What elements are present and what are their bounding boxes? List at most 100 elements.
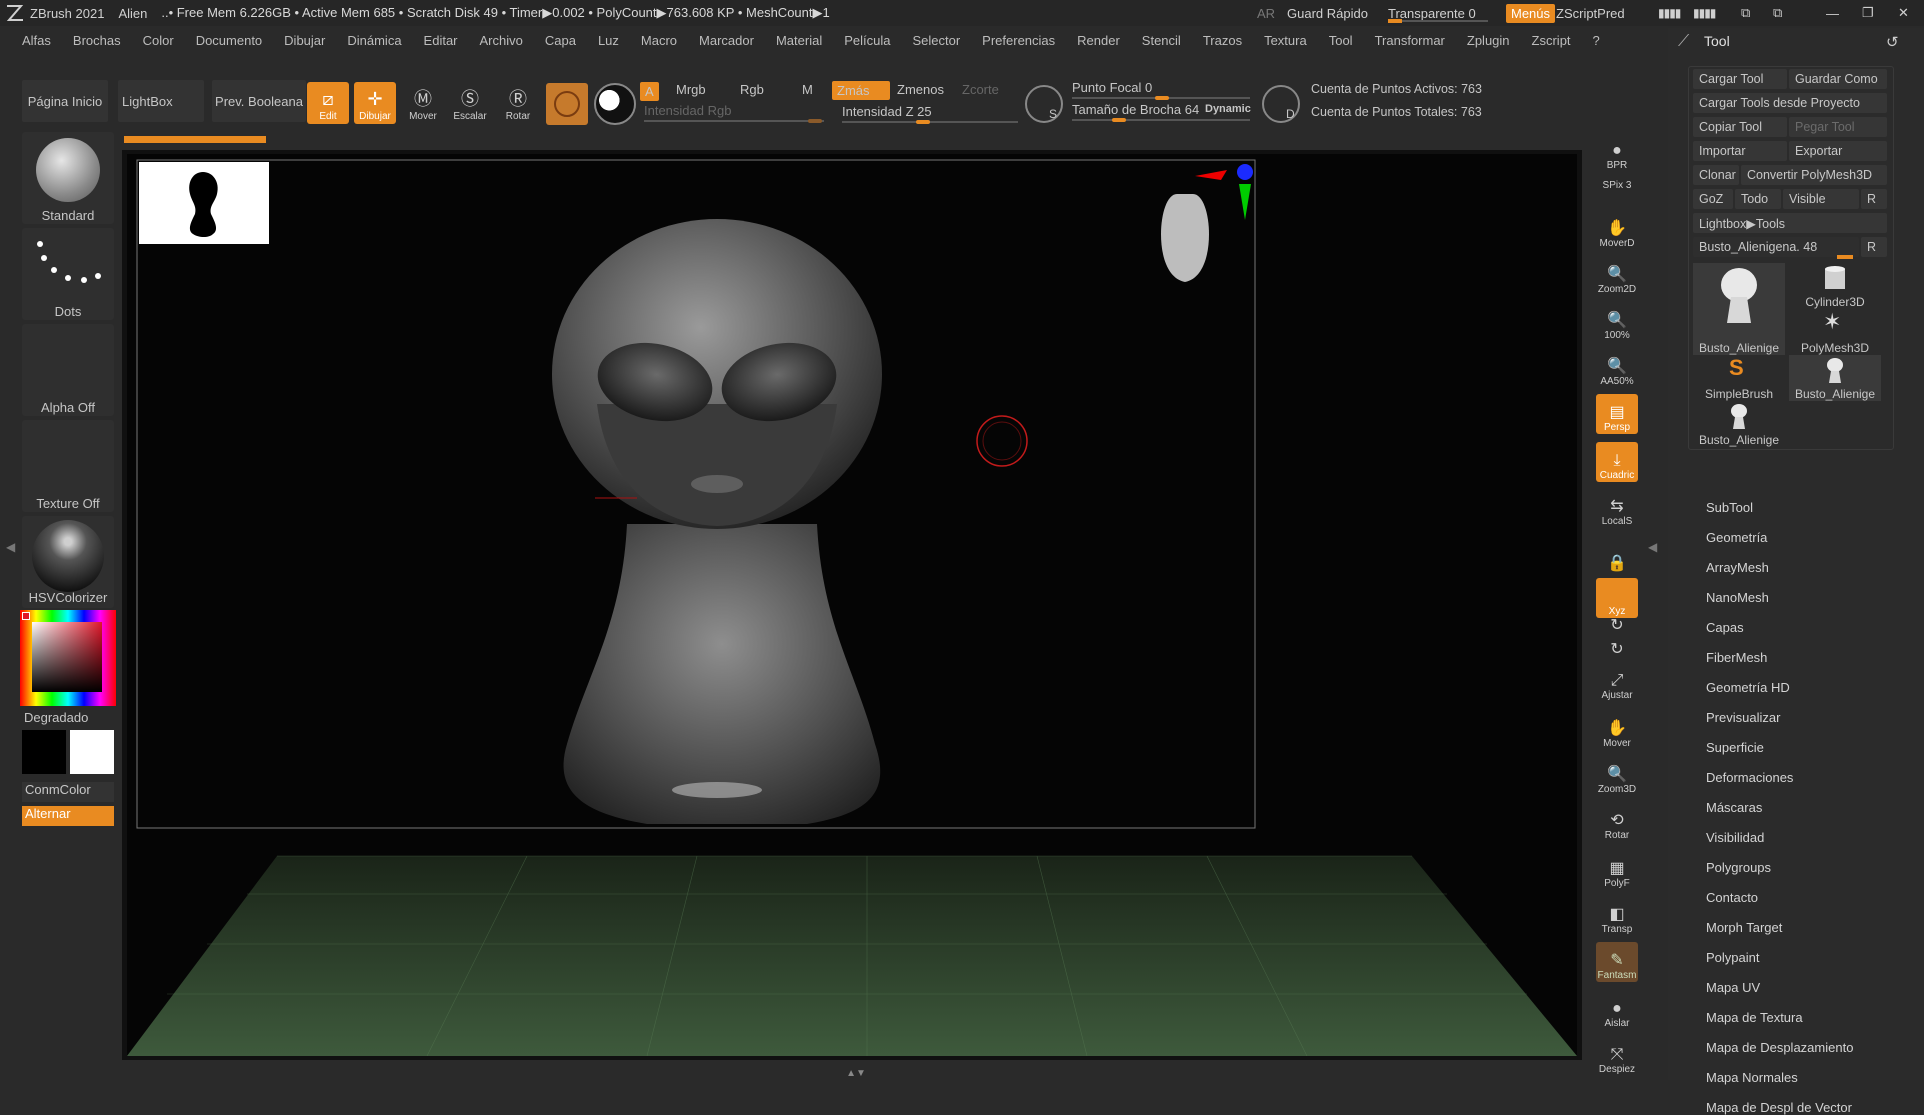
polyframe-button[interactable]: ▦ PolyF <box>1596 850 1638 890</box>
section-geometr-a[interactable]: Geometría <box>1706 530 1767 545</box>
menu-documento[interactable]: Documento <box>196 33 262 48</box>
copy-tool-button[interactable]: Copiar Tool <box>1693 117 1787 137</box>
material-swatch[interactable] <box>546 83 588 125</box>
zoom2d-button[interactable]: 🔍 Zoom2D <box>1596 256 1638 296</box>
clone-button[interactable]: Clonar <box>1693 165 1739 185</box>
floor-grid-button[interactable]: ⤓ Cuadric <box>1596 442 1638 482</box>
menu-macro[interactable]: Macro <box>641 33 677 48</box>
menu-color[interactable]: Color <box>143 33 174 48</box>
explode-button[interactable]: ⤧ Despiez <box>1596 1036 1638 1076</box>
z-axis-icon[interactable] <box>1237 164 1253 180</box>
sphere-material-icon[interactable] <box>594 83 636 125</box>
z-intensity-slider[interactable]: Intensidad Z 25 <box>842 104 932 119</box>
close-icon[interactable]: ✕ <box>1898 5 1909 21</box>
spix-slider[interactable]: SPix 3 <box>1596 170 1638 192</box>
mesh-thumb-cylinder[interactable]: Cylinder3D <box>1789 263 1881 309</box>
goz-r-button[interactable]: R <box>1861 189 1887 209</box>
focal-point-slider[interactable]: Punto Focal 0 <box>1072 80 1152 95</box>
move2d-button[interactable]: ✋ MoverD <box>1596 210 1638 250</box>
section-mapa-de-desplazamiento[interactable]: Mapa de Desplazamiento <box>1706 1040 1853 1055</box>
layout-b-icon[interactable]: ▮▮▮▮ <box>1693 6 1716 20</box>
section-polypaint[interactable]: Polypaint <box>1706 950 1759 965</box>
mesh-thumb-busto[interactable]: Busto_Alienige <box>1693 263 1785 355</box>
alternate-button[interactable]: Alternar <box>22 806 114 826</box>
convert-polymesh-button[interactable]: Convertir PolyMesh3D <box>1741 165 1887 185</box>
menu-zplugin[interactable]: Zplugin <box>1467 33 1510 48</box>
menu-alfas[interactable]: Alfas <box>22 33 51 48</box>
quicksave-button[interactable]: Guard Rápido <box>1287 6 1368 21</box>
menu-selector[interactable]: Selector <box>912 33 960 48</box>
lock-button[interactable]: 🔒 <box>1596 534 1638 574</box>
menu-capa[interactable]: Capa <box>545 33 576 48</box>
menu-editar[interactable]: Editar <box>424 33 458 48</box>
section-nanomesh[interactable]: NanoMesh <box>1706 590 1769 605</box>
restore-icon[interactable]: ❐ <box>1862 5 1874 21</box>
menu-zscript[interactable]: Zscript <box>1532 33 1571 48</box>
section-capas[interactable]: Capas <box>1706 620 1744 635</box>
menu-luz[interactable]: Luz <box>598 33 619 48</box>
mrgb-toggle[interactable]: Mrgb <box>676 82 706 97</box>
export-button[interactable]: Exportar <box>1789 141 1887 161</box>
navigation-head-icon[interactable] <box>1161 194 1209 282</box>
menu-pel-cula[interactable]: Película <box>844 33 890 48</box>
menu-transformar[interactable]: Transformar <box>1375 33 1445 48</box>
x-axis-icon[interactable] <box>1195 170 1227 180</box>
zcut-toggle[interactable]: Zcorte <box>962 82 999 97</box>
load-tool-button[interactable]: Cargar Tool <box>1693 69 1787 89</box>
rotate-button[interactable]: Ⓡ Rotar <box>497 82 539 124</box>
bottom-collapse-icon[interactable]: ▲▼ <box>776 1068 936 1079</box>
edit-button[interactable]: ⧄ Edit <box>307 82 349 124</box>
aahalf-button[interactable]: 🔍 AA50% <box>1596 348 1638 388</box>
current-tool-r-button[interactable]: R <box>1861 237 1887 257</box>
menu-marcador[interactable]: Marcador <box>699 33 754 48</box>
section-superficie[interactable]: Superficie <box>1706 740 1764 755</box>
brush-size-slider[interactable]: Tamaño de Brocha 64 <box>1072 102 1199 117</box>
current-tool-slider[interactable]: Busto_Alienigena. 48 <box>1693 237 1859 257</box>
home-page-tab[interactable]: Página Inicio <box>22 80 108 122</box>
section-visibilidad[interactable]: Visibilidad <box>1706 830 1764 845</box>
menu-archivo[interactable]: Archivo <box>480 33 523 48</box>
menu-material[interactable]: Material <box>776 33 822 48</box>
import-button[interactable]: Importar <box>1693 141 1787 161</box>
section-morph-target[interactable]: Morph Target <box>1706 920 1782 935</box>
menu--[interactable]: ? <box>1593 33 1600 48</box>
section-mapa-normales[interactable]: Mapa Normales <box>1706 1070 1798 1085</box>
mesh-thumb-polymesh[interactable]: ✶ PolyMesh3D <box>1789 309 1881 355</box>
section-mapa-de-despl-de-vector[interactable]: Mapa de Despl de Vector <box>1706 1100 1852 1115</box>
draw-button[interactable]: ✛ Dibujar <box>354 82 396 124</box>
mesh-thumb-simplebrush[interactable]: S SimpleBrush <box>1693 355 1785 401</box>
ghost-button[interactable]: ✎ Fantasm <box>1596 942 1638 982</box>
zscript-button[interactable]: ZScriptPred <box>1556 6 1625 21</box>
move3d-button[interactable]: ✋ Mover <box>1596 710 1638 750</box>
goz-button[interactable]: GoZ <box>1693 189 1733 209</box>
load-project-tools-button[interactable]: Cargar Tools desde Proyecto <box>1693 93 1887 113</box>
switch-color-button[interactable]: ConmColor <box>22 782 114 802</box>
a-toggle[interactable]: A <box>640 82 659 101</box>
paste-tool-button[interactable]: Pegar Tool <box>1789 117 1887 137</box>
section-mapa-de-textura[interactable]: Mapa de Textura <box>1706 1010 1803 1025</box>
section-polygroups[interactable]: Polygroups <box>1706 860 1771 875</box>
visible-button[interactable]: Visible <box>1783 189 1859 209</box>
reset-icon[interactable]: ↺ <box>1886 33 1899 51</box>
rotate-z-button[interactable]: ↻ <box>1596 638 1638 660</box>
mesh-thumb-busto-2[interactable]: Busto_Alienige <box>1789 355 1881 401</box>
save-as-button[interactable]: Guardar Como <box>1789 69 1887 89</box>
section-deformaciones[interactable]: Deformaciones <box>1706 770 1793 785</box>
section-previsualizar[interactable]: Previsualizar <box>1706 710 1780 725</box>
focal-shift-icon[interactable] <box>1025 85 1063 123</box>
section-contacto[interactable]: Contacto <box>1706 890 1758 905</box>
m-toggle[interactable]: M <box>802 82 813 97</box>
menu-stencil[interactable]: Stencil <box>1142 33 1181 48</box>
tool-pin-icon[interactable]: ⟋ <box>1678 33 1689 51</box>
menu-tool[interactable]: Tool <box>1329 33 1353 48</box>
solo-button[interactable]: ● Aislar <box>1596 990 1638 1030</box>
frame-button[interactable]: ⤢ Ajustar <box>1596 662 1638 702</box>
menus-toggle[interactable]: Menús <box>1506 3 1556 23</box>
lightbox-tab[interactable]: LightBox <box>118 80 204 122</box>
zadd-toggle[interactable]: Zmás <box>832 81 890 100</box>
rgb-toggle[interactable]: Rgb <box>740 82 764 97</box>
transparency-button[interactable]: ◧ Transp <box>1596 896 1638 936</box>
minimize-icon[interactable]: — <box>1826 6 1839 21</box>
menu-render[interactable]: Render <box>1077 33 1120 48</box>
rotate-y-button[interactable]: ↻ <box>1596 614 1638 636</box>
